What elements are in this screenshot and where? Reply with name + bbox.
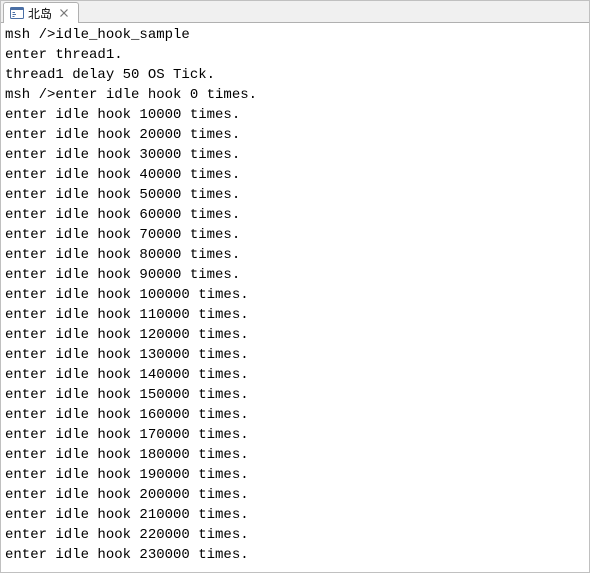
- console-line: enter idle hook 220000 times.: [5, 525, 585, 545]
- console-line: thread1 delay 50 OS Tick.: [5, 65, 585, 85]
- console-line: enter idle hook 190000 times.: [5, 465, 585, 485]
- console-line: enter idle hook 140000 times.: [5, 365, 585, 385]
- console-line: msh />enter idle hook 0 times.: [5, 85, 585, 105]
- console-line: enter idle hook 230000 times.: [5, 545, 585, 565]
- console-line: enter idle hook 160000 times.: [5, 405, 585, 425]
- tab-bar: 北岛: [1, 1, 589, 23]
- tab-label: 北岛: [28, 5, 52, 22]
- console-line: enter idle hook 100000 times.: [5, 285, 585, 305]
- console-line: enter idle hook 120000 times.: [5, 325, 585, 345]
- console-line: enter idle hook 10000 times.: [5, 105, 585, 125]
- console-line: enter idle hook 210000 times.: [5, 505, 585, 525]
- console-line: enter idle hook 30000 times.: [5, 145, 585, 165]
- console-line: msh />idle_hook_sample: [5, 25, 585, 45]
- console-line: enter idle hook 150000 times.: [5, 385, 585, 405]
- console-line: enter idle hook 170000 times.: [5, 425, 585, 445]
- console-line: enter idle hook 90000 times.: [5, 265, 585, 285]
- console-line: enter thread1.: [5, 45, 585, 65]
- console-line: enter idle hook 70000 times.: [5, 225, 585, 245]
- terminal-icon: [10, 6, 24, 20]
- console-line: enter idle hook 130000 times.: [5, 345, 585, 365]
- console-line: enter idle hook 60000 times.: [5, 205, 585, 225]
- console-line: enter idle hook 50000 times.: [5, 185, 585, 205]
- console-line: enter idle hook 110000 times.: [5, 305, 585, 325]
- console-output[interactable]: msh />idle_hook_sampleenter thread1.thre…: [1, 23, 589, 567]
- console-line: enter idle hook 180000 times.: [5, 445, 585, 465]
- console-line: enter idle hook 20000 times.: [5, 125, 585, 145]
- console-line: enter idle hook 40000 times.: [5, 165, 585, 185]
- close-icon[interactable]: [58, 7, 70, 19]
- console-line: enter idle hook 200000 times.: [5, 485, 585, 505]
- console-line: enter idle hook 80000 times.: [5, 245, 585, 265]
- console-tab[interactable]: 北岛: [3, 2, 79, 23]
